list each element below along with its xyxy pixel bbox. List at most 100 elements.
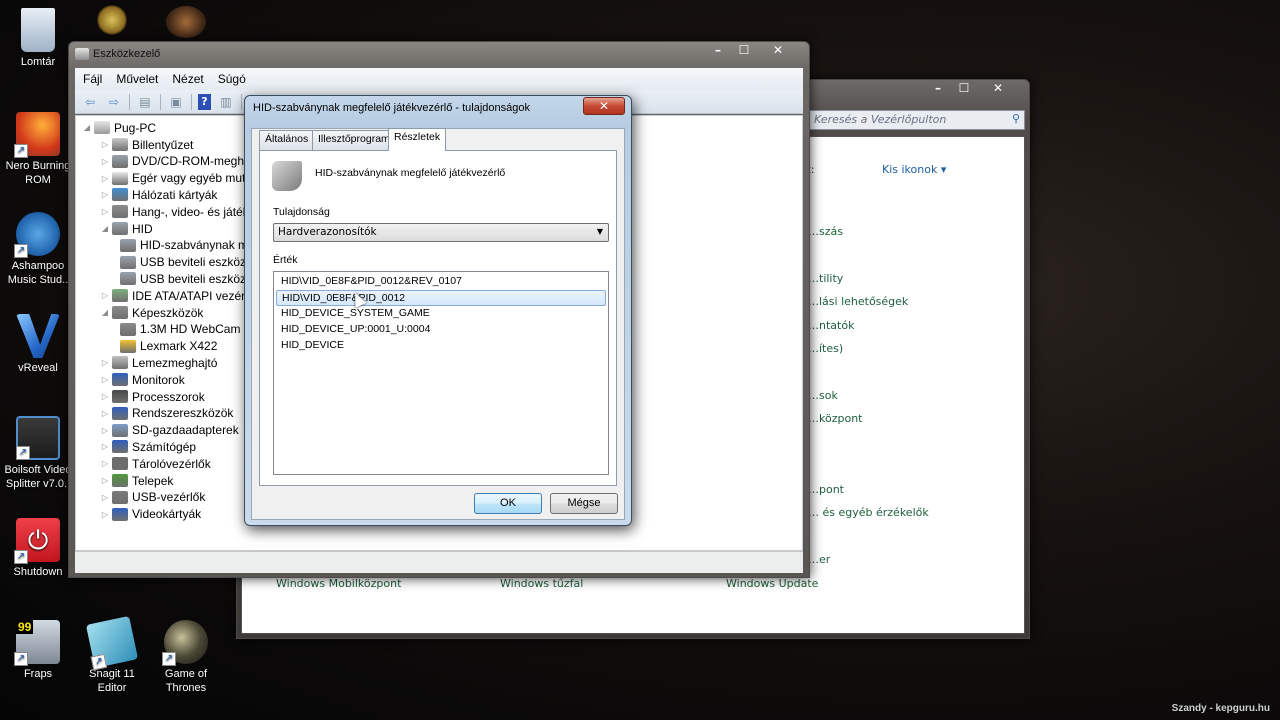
expand-icon[interactable]: ▷ — [100, 392, 110, 401]
close-button[interactable]: ✕ — [977, 80, 1019, 98]
expand-icon[interactable]: ▷ — [100, 459, 110, 468]
value-list-item[interactable]: HID_DEVICE — [276, 338, 606, 354]
menu-action[interactable]: Művelet — [116, 72, 158, 86]
cp-link[interactable]: …er — [808, 553, 830, 566]
tab-driver[interactable]: Illesztőprogram — [312, 130, 396, 150]
desktop-icon-recycle-bin[interactable]: Lomtár — [0, 8, 76, 69]
tree-category[interactable]: ▷ Számítógép — [100, 438, 196, 455]
expand-icon[interactable]: ▷ — [100, 476, 110, 485]
menu-help[interactable]: Súgó — [218, 72, 246, 86]
tree-device[interactable]: 1.3M HD WebCam — [118, 321, 240, 338]
tree-category[interactable]: ▷ Monitorok — [100, 371, 185, 388]
cp-link[interactable]: …ítes) — [808, 342, 843, 355]
tree-category[interactable]: ▷ Hálózati kártyák — [100, 186, 217, 203]
desktop-icon-vreveal[interactable]: vReveal — [0, 314, 76, 375]
property-dropdown[interactable]: Hardverazonosítók ▼ — [273, 223, 609, 242]
tree-category[interactable]: ◢ HID — [100, 220, 153, 237]
ok-button[interactable]: OK — [474, 493, 542, 514]
desktop-icon-shutdown[interactable]: ⏻ ↗ Shutdown — [0, 518, 76, 579]
collapse-icon[interactable]: ◢ — [82, 123, 92, 132]
tree-category[interactable]: ◢ Képeszközök — [100, 304, 203, 321]
tree-category[interactable]: ▷ Lemezmeghajtó — [100, 354, 217, 371]
cp-link[interactable]: …lási lehetőségek — [808, 295, 908, 308]
cp-link[interactable]: …központ — [808, 412, 862, 425]
expand-icon[interactable]: ▷ — [100, 375, 110, 384]
expand-icon[interactable]: ▷ — [100, 510, 110, 519]
expand-icon[interactable]: ▷ — [100, 493, 110, 502]
top-icon-partial-1[interactable] — [92, 4, 132, 36]
cp-link[interactable]: …tility — [808, 272, 843, 285]
expand-icon[interactable]: ▷ — [100, 157, 110, 166]
cp-link-windows-mobility[interactable]: Windows Mobilközpont — [276, 577, 401, 590]
expand-icon[interactable]: ▷ — [100, 207, 110, 216]
expand-icon[interactable]: ▷ — [100, 291, 110, 300]
help-icon[interactable]: ? — [198, 93, 211, 110]
search-icon[interactable]: ⚲ — [1012, 112, 1020, 125]
tab-general[interactable]: Általános — [259, 130, 315, 150]
cp-link[interactable]: …ntatók — [808, 319, 854, 332]
tree-category[interactable]: ▷ Videokártyák — [100, 506, 201, 523]
collapse-icon[interactable]: ◢ — [100, 308, 110, 317]
cp-link[interactable]: …sok — [808, 389, 838, 402]
properties-icon[interactable]: ▣ — [167, 94, 185, 110]
tree-category[interactable]: ▷ Billentyűzet — [100, 136, 193, 153]
desktop-icon-snagit[interactable]: ↗ Snagit 11 Editor — [74, 615, 150, 695]
tab-details[interactable]: Részletek — [388, 128, 447, 151]
tree-category[interactable]: ▷ Rendszereszközök — [100, 405, 233, 422]
expand-icon[interactable]: ▷ — [100, 358, 110, 367]
tree-device[interactable]: USB beviteli eszköz — [118, 254, 246, 271]
forward-arrow-icon[interactable]: ⇨ — [105, 94, 123, 110]
minimize-button[interactable]: – — [705, 42, 731, 60]
expand-icon[interactable]: ▷ — [100, 409, 110, 418]
tree-category[interactable]: ▷ Tárolóvezérlők — [100, 455, 211, 472]
cp-link[interactable]: … és egyéb érzékelők — [808, 506, 929, 519]
device-icon — [112, 474, 128, 487]
top-icon-partial-2[interactable] — [166, 6, 206, 38]
expand-icon[interactable]: ▷ — [100, 442, 110, 451]
value-list-item[interactable]: HID\VID_0E8F&PID_0012 — [276, 290, 606, 306]
maximize-button[interactable]: ☐ — [731, 42, 757, 60]
tree-category[interactable]: ▷ USB-vezérlők — [100, 489, 205, 506]
tree-category[interactable]: ▷ IDE ATA/ATAPI vezérlők — [100, 287, 261, 304]
cp-link[interactable]: …szás — [808, 225, 843, 238]
collapse-icon[interactable]: ◢ — [100, 224, 110, 233]
back-arrow-icon[interactable]: ⇦ — [81, 94, 99, 110]
desktop-icon-label: vReveal — [18, 362, 58, 374]
tree-device[interactable]: Lexmark X422 — [118, 338, 217, 355]
desktop-icon-ashampoo[interactable]: ↗ Ashampoo Music Stud.. — [0, 212, 76, 287]
cp-link-windows-firewall[interactable]: Windows tűzfal — [500, 577, 583, 590]
expand-icon[interactable]: ▷ — [100, 140, 110, 149]
tree-category[interactable]: ▷ Telepek — [100, 472, 173, 489]
dialog-close-button[interactable]: ✕ — [583, 97, 625, 115]
cp-link-windows-update[interactable]: Windows Update — [726, 577, 818, 590]
view-by-dropdown[interactable]: Kis ikonok ▾ — [882, 163, 946, 176]
value-list-item[interactable]: HID_DEVICE_UP:0001_U:0004 — [276, 322, 606, 338]
desktop-icon-nero[interactable]: ↗ Nero Burning ROM — [0, 112, 76, 187]
menu-view[interactable]: Nézet — [172, 72, 203, 86]
minimize-button[interactable]: – — [925, 80, 951, 98]
value-listbox[interactable]: HID\VID_0E8F&PID_0012&REV_0107 HID\VID_0E… — [273, 271, 609, 475]
value-list-item[interactable]: HID_DEVICE_SYSTEM_GAME — [276, 306, 606, 322]
close-button[interactable]: ✕ — [757, 42, 799, 60]
device-icon — [112, 306, 128, 319]
show-action-pane-icon[interactable]: ▥ — [217, 94, 235, 110]
desktop-icon-game-of-thrones[interactable]: ↗ Game of Thrones — [148, 620, 224, 695]
properties-dialog: HID-szabványnak megfelelő játékvezérlő -… — [244, 95, 632, 526]
tree-root[interactable]: ◢ Pug-PC — [82, 119, 156, 136]
value-list-item[interactable]: HID\VID_0E8F&PID_0012&REV_0107 — [276, 274, 606, 290]
desktop-icon-fraps[interactable]: 99 ↗ Fraps — [0, 620, 76, 681]
desktop-icon-label: Shutdown — [13, 566, 63, 578]
show-hide-console-tree-icon[interactable]: ▤ — [136, 94, 154, 110]
expand-icon[interactable]: ▷ — [100, 426, 110, 435]
desktop-icon-boilsoft[interactable]: ↗ Boilsoft Video Splitter v7.0.. — [0, 416, 76, 491]
menu-file[interactable]: Fájl — [83, 72, 102, 86]
tree-category[interactable]: ▷ Processzorok — [100, 388, 205, 405]
maximize-button[interactable]: ☐ — [951, 80, 977, 98]
expand-icon[interactable]: ▷ — [100, 190, 110, 199]
tree-category[interactable]: ▷ SD-gazdaadapterek — [100, 422, 239, 439]
search-input[interactable]: Keresés a Vezérlőpulton ⚲ — [807, 110, 1025, 130]
expand-icon[interactable]: ▷ — [100, 174, 110, 183]
tree-device[interactable]: USB beviteli eszköz — [118, 270, 246, 287]
cancel-button[interactable]: Mégse — [550, 493, 618, 514]
cp-link[interactable]: …pont — [808, 483, 844, 496]
